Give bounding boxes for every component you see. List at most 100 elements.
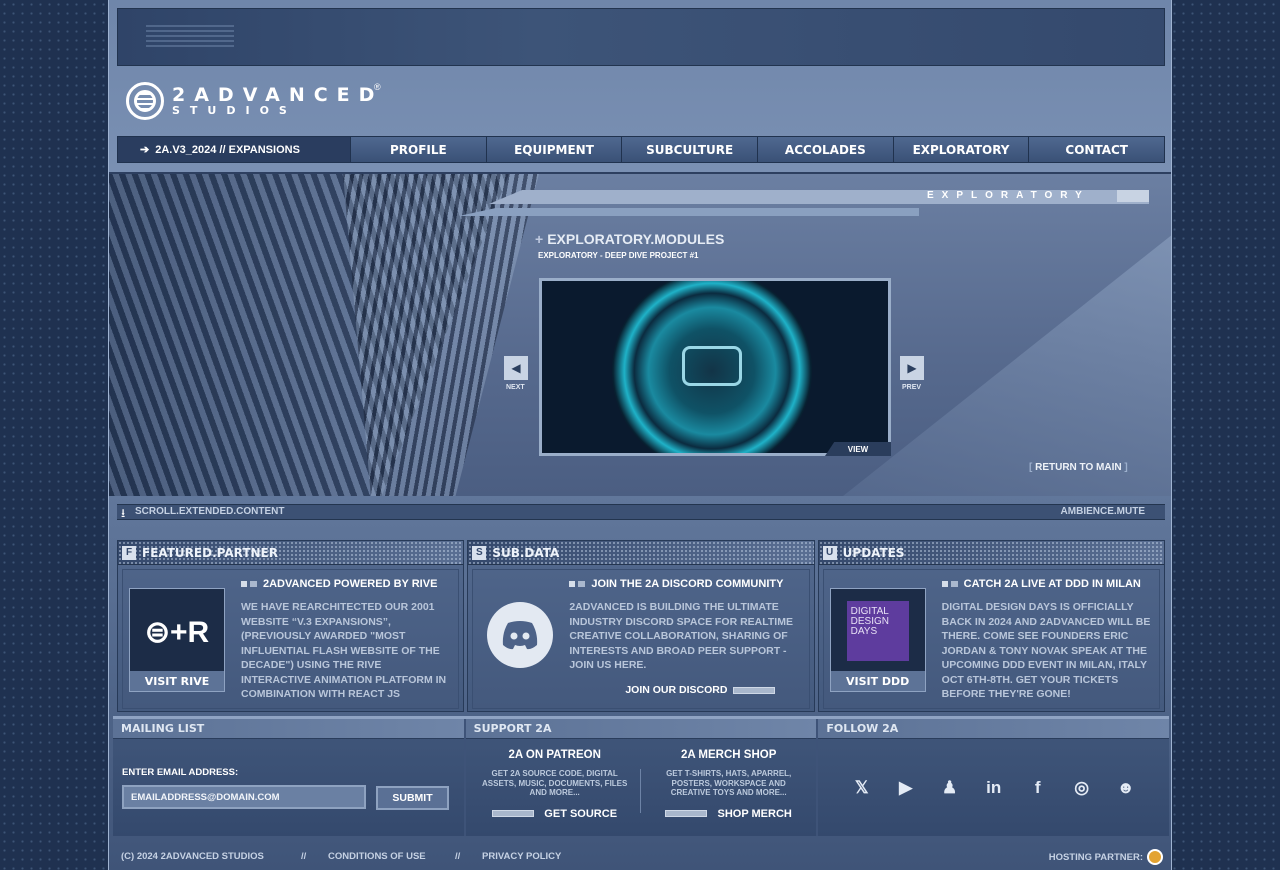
shop-merch-label: SHOP MERCH [717, 807, 792, 820]
title-marker-icon [241, 581, 257, 587]
discord-icon[interactable]: ☻ [1115, 777, 1137, 799]
cards-row: F FEATURED.PARTNER ⊜+R VISIT RIVE 2ADVANC… [117, 540, 1165, 712]
ambience-mute-toggle[interactable]: AMBIENCE.MUTE [1061, 505, 1145, 519]
card-featured-partner: F FEATURED.PARTNER ⊜+R VISIT RIVE 2ADVANC… [117, 540, 465, 712]
card-text: WE HAVE REARCHITECTED OUR 2001 WEBSITE “… [241, 601, 447, 700]
card-header: FEATURED.PARTNER [142, 545, 278, 560]
link-bar-icon [492, 810, 535, 817]
instagram-icon[interactable]: ◎ [1071, 777, 1093, 799]
visit-ddd-button[interactable]: VISIT DDD [830, 671, 925, 691]
arrow-left-icon: ◀ [511, 361, 521, 375]
logo[interactable]: 2ADVANCED STUDIOS ® [126, 82, 383, 120]
card-letter: S [472, 545, 487, 560]
nav-home-label: 2A.V3_2024 // EXPANSIONS [155, 143, 300, 156]
merch-desc: GET T-SHIRTS, HATS, APARREL, POSTERS, WO… [666, 769, 792, 797]
module-title-text: EXPLORATORY.MODULES [547, 231, 725, 247]
join-discord-link[interactable]: JOIN OUR DISCORD [625, 684, 776, 696]
next-label: NEXT [506, 384, 525, 391]
visit-rive-button[interactable]: VISIT RIVE [130, 671, 224, 691]
nav-item-exploratory[interactable]: EXPLORATORY [893, 137, 1030, 162]
logo-line2: STUDIOS [172, 104, 297, 117]
arrow-right-icon: ➔ [140, 144, 150, 156]
nav-item-accolades[interactable]: ACCOLADES [758, 137, 894, 162]
discord-logo-icon[interactable] [487, 602, 554, 668]
title-marker-icon [569, 581, 586, 587]
footer: (C) 2024 2ADVANCED STUDIOS // CONDITIONS… [121, 846, 1163, 866]
patreon-block: 2A ON PATREON GET 2A SOURCE CODE, DIGITA… [480, 745, 630, 820]
view-button[interactable]: VIEW [825, 442, 891, 456]
card-sub-data: S SUB.DATA JOIN THE 2A DISCORD COMMUNITY … [467, 540, 815, 712]
ddd-logo: DIGITAL DESIGN DAYS [846, 601, 909, 661]
next-button[interactable]: ◀ [504, 356, 528, 380]
section-tag-block [1117, 190, 1149, 202]
card-letter: U [822, 545, 837, 560]
arrow-down-icon: ⭳ [121, 506, 126, 520]
ddd-thumbnail[interactable]: DIGITAL DESIGN DAYS VISIT DDD [829, 588, 926, 692]
social-links: 𝕏 ▶ ♟ in f ◎ ☻ [818, 777, 1169, 799]
logo-line1: 2ADVANCED [172, 84, 384, 106]
bottom-panel: MAILING LIST ENTER EMAIL ADDRESS: SUBMIT… [113, 716, 1170, 836]
privacy-link[interactable]: PRIVACY POLICY [482, 851, 561, 862]
linkedin-icon[interactable]: in [983, 777, 1005, 799]
mailing-list-section: MAILING LIST ENTER EMAIL ADDRESS: SUBMIT [113, 719, 464, 836]
plus-icon: + [535, 231, 544, 247]
top-banner [117, 8, 1165, 66]
return-label: RETURN TO MAIN [1035, 462, 1122, 473]
hero-section: EXPLORATORY + EXPLORATORY.MODULES EXPLOR… [109, 172, 1171, 496]
support-divider [639, 769, 641, 813]
copyright: (C) 2024 2ADVANCED STUDIOS [121, 851, 264, 862]
get-source-label: GET SOURCE [544, 807, 618, 820]
link-bar-icon [665, 810, 708, 817]
submit-button[interactable]: SUBMIT [376, 786, 449, 810]
title-marker-icon [941, 581, 958, 587]
arrow-right-icon: ▶ [907, 361, 917, 375]
card-letter: F [122, 545, 136, 560]
patreon-title: 2A ON PATREON [508, 749, 601, 761]
hero-band-secondary [459, 208, 919, 216]
card-title: CATCH 2A LIVE AT DDD IN MILAN [963, 578, 1141, 590]
card-text: 2ADVANCED IS BUILDING THE ULTIMATE INDUS… [569, 601, 793, 671]
nav-item-subculture[interactable]: SUBCULTURE [622, 137, 759, 162]
follow-header: FOLLOW 2A [818, 719, 1170, 739]
card-title: JOIN THE 2A DISCORD COMMUNITY [591, 578, 784, 590]
facebook-icon[interactable]: f [1027, 777, 1049, 799]
hosting-label: HOSTING PARTNER: [1048, 851, 1143, 863]
prev-button[interactable]: ▶ [900, 356, 924, 380]
support-section: SUPPORT 2A 2A ON PATREON GET 2A SOURCE C… [465, 719, 817, 836]
scroll-extended-link[interactable]: SCROLL.EXTENDED.CONTENT [135, 505, 284, 519]
email-input[interactable] [122, 785, 366, 809]
conditions-link[interactable]: CONDITIONS OF USE [328, 851, 426, 862]
card-header: UPDATES [842, 545, 905, 560]
banner-ghost-graphic [146, 25, 234, 49]
nav-item-profile[interactable]: PROFILE [351, 137, 487, 162]
email-label: ENTER EMAIL ADDRESS: [122, 767, 239, 778]
logo-registered: ® [374, 82, 381, 92]
youtube-icon[interactable]: ▶ [895, 777, 917, 799]
card-text: DIGITAL DESIGN DAYS IS OFFICIALLY BACK I… [941, 601, 1151, 700]
footer-separator: // [301, 851, 307, 862]
x-icon[interactable]: 𝕏 [851, 777, 873, 799]
card-title: 2ADVANCED POWERED BY RIVE [263, 578, 438, 590]
merch-title: 2A MERCH SHOP [680, 749, 777, 761]
nav-item-equipment[interactable]: EQUIPMENT [486, 137, 623, 162]
section-tag: EXPLORATORY [927, 190, 1149, 202]
shop-merch-link[interactable]: SHOP MERCH [654, 808, 804, 820]
return-to-main-link[interactable]: [ RETURN TO MAIN ] [1029, 462, 1128, 473]
module-title: + EXPLORATORY.MODULES [535, 231, 724, 247]
scroll-bar: ⭳ SCROLL.EXTENDED.CONTENT AMBIENCE.MUTE [117, 504, 1165, 520]
preview-frame[interactable] [539, 278, 891, 456]
prev-label: PREV [902, 384, 922, 391]
page-container: 2ADVANCED STUDIOS ® ➔ 2A.V3_2024 // EXPA… [108, 0, 1172, 870]
hosting-partner-icon [1147, 849, 1163, 865]
patreon-desc: GET 2A SOURCE CODE, DIGITAL ASSETS, MUSI… [482, 769, 628, 797]
rive-logo-icon: ⊜+R [144, 615, 210, 649]
mailing-header: MAILING LIST [113, 719, 464, 739]
nav-home-link[interactable]: ➔ 2A.V3_2024 // EXPANSIONS [118, 137, 351, 162]
rive-thumbnail[interactable]: ⊜+R VISIT RIVE [129, 588, 225, 692]
module-subtitle: EXPLORATORY - DEEP DIVE PROJECT #1 [538, 251, 699, 260]
github-icon[interactable]: ♟ [939, 777, 961, 799]
hosting-partner[interactable]: HOSTING PARTNER: [1049, 849, 1163, 865]
get-source-link[interactable]: GET SOURCE [480, 808, 630, 820]
nav-item-contact[interactable]: CONTACT [1029, 137, 1165, 162]
link-bar-icon [733, 686, 776, 694]
